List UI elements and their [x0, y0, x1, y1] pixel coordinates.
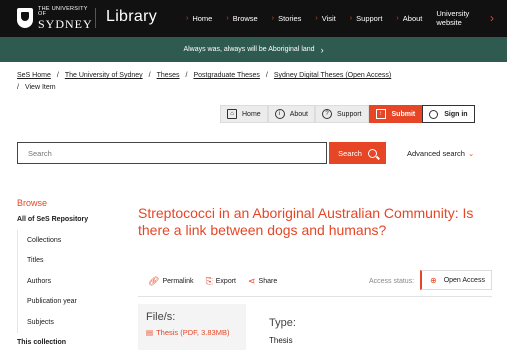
info-icon: i [274, 109, 285, 119]
acknowledgement-banner[interactable]: Always was, always will be Aboriginal la… [0, 37, 507, 62]
upload-icon: ↑ [375, 109, 386, 119]
nav-support[interactable]: › Support [350, 14, 383, 23]
breadcrumb-postgraduate[interactable]: Postgraduate Theses [194, 72, 260, 79]
permalink-button[interactable]: 🔗︎ Permalink [148, 276, 194, 287]
export-button[interactable]: ⎘ Export [206, 276, 236, 287]
logo-small-text: THE UNIVERSITY OF [38, 5, 88, 17]
export-icon: ⎘ [205, 276, 213, 286]
chevron-right-icon: › [320, 44, 324, 55]
nav-stories[interactable]: › Stories [272, 14, 302, 23]
sidebar-item-authors[interactable]: Authors [17, 271, 121, 292]
chevron-right-icon[interactable]: › [490, 11, 494, 25]
nav-browse[interactable]: › Browse [226, 14, 257, 23]
breadcrumb-ses-home[interactable]: SeS Home [17, 72, 51, 79]
chevron-right-icon: › [349, 15, 353, 22]
advanced-search-link[interactable]: Advanced search ⌄ [407, 149, 474, 158]
access-status-badge[interactable]: ⊕ Open Access [420, 270, 492, 290]
item-title: Streptococci in an Aboriginal Australian… [138, 205, 474, 238]
help-icon: ? [321, 109, 332, 119]
files-panel: File/s: ▤ Thesis (PDF, 3.83MB) [138, 304, 246, 350]
sign-in-button[interactable]: Sign in [422, 105, 475, 123]
thesis-pdf-link[interactable]: ▤ Thesis (PDF, 3.83MB) [146, 327, 236, 338]
top-header: THE UNIVERSITY OF SYDNEY Library › Home ›… [0, 0, 507, 37]
chevron-down-icon: ⌄ [467, 149, 475, 158]
home-button[interactable]: ⌂ Home [220, 105, 268, 123]
nav-about[interactable]: › About [396, 14, 422, 23]
sidebar-group-collection: This collection [17, 339, 67, 346]
breadcrumb: SeS Home / The University of Sydney / Theses… [17, 72, 392, 91]
share-icon: ⋖ [248, 276, 256, 286]
divider [138, 296, 492, 297]
user-icon [429, 109, 439, 119]
sidebar-group-all: All of SeS Repository [17, 216, 89, 223]
link-icon: 🔗︎ [148, 276, 160, 286]
about-button[interactable]: i About [267, 105, 315, 123]
search-input[interactable] [17, 142, 327, 164]
item-actions: 🔗︎ Permalink ⎘ Export ⋖ Share [148, 276, 289, 287]
main-nav: › Home › Browse › Stories › Visit › Support ›… [186, 0, 494, 37]
lock-icon: ⊕ [430, 275, 437, 285]
access-status-label: Access status: [369, 278, 415, 285]
site-title[interactable]: Library [106, 8, 157, 26]
sidebar-heading: Browse [17, 198, 48, 208]
type-heading: Type: [269, 317, 296, 329]
search-icon [367, 148, 377, 158]
support-button[interactable]: ? Support [314, 105, 369, 123]
files-heading: File/s: [146, 311, 176, 323]
crest-icon [17, 8, 33, 28]
nav-university-website[interactable]: University website [436, 9, 480, 27]
chevron-right-icon: › [226, 15, 229, 22]
sidebar-item-collections[interactable]: Collections [17, 230, 121, 251]
chevron-right-icon: › [315, 15, 318, 22]
submit-button[interactable]: ↑ Submit [368, 105, 423, 123]
sidebar-item-titles[interactable]: Titles [17, 250, 121, 271]
home-icon: ⌂ [227, 109, 237, 119]
breadcrumb-digital-theses[interactable]: Sydney Digital Theses (Open Access) [274, 72, 391, 79]
sidebar-browse-list: Collections Titles Authors Publication y… [17, 230, 121, 333]
sidebar-item-subjects[interactable]: Subjects [17, 312, 121, 333]
utility-bar: ⌂ Home i About ? Support ↑ Submit Sign in [220, 105, 475, 123]
banner-text: Always was, always will be Aboriginal la… [183, 46, 315, 53]
share-button[interactable]: ⋖ Share [248, 276, 277, 287]
nav-visit[interactable]: › Visit [315, 14, 335, 23]
logo-big-text: SYDNEY [38, 16, 93, 31]
sidebar-item-publication-year[interactable]: Publication year [17, 291, 121, 312]
breadcrumb-theses[interactable]: Theses [157, 72, 180, 79]
university-logo[interactable]: THE UNIVERSITY OF SYDNEY [17, 5, 95, 31]
search-button[interactable]: Search [329, 142, 386, 164]
breadcrumb-university[interactable]: The University of Sydney [65, 72, 143, 79]
chevron-right-icon: › [186, 15, 189, 22]
chevron-right-icon: › [271, 15, 275, 22]
file-pdf-icon: ▤ [146, 328, 154, 337]
type-value: Thesis [269, 336, 293, 345]
chevron-right-icon: › [396, 15, 399, 22]
nav-home[interactable]: › Home [186, 14, 212, 23]
breadcrumb-current: View Item [24, 84, 56, 91]
logo-divider [95, 8, 96, 28]
